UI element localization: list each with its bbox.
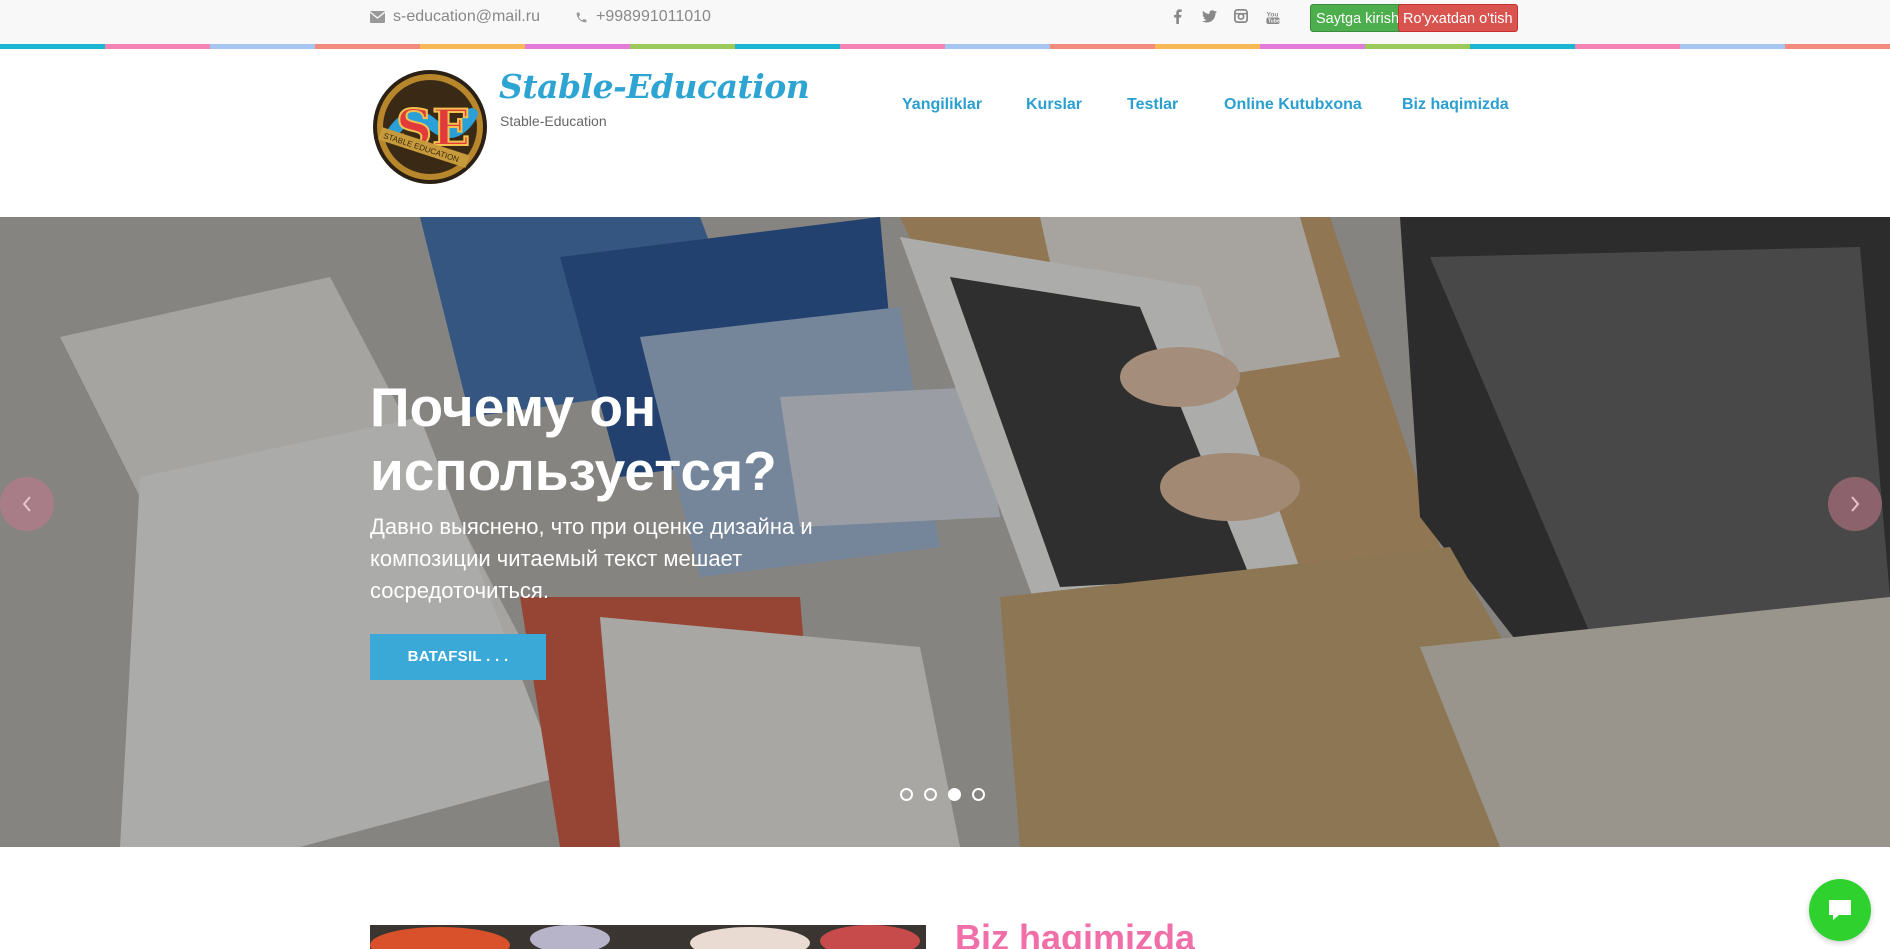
chevron-right-icon (1851, 496, 1860, 512)
about-section-title: Biz haqimizda (955, 918, 1196, 949)
svg-text:Tube: Tube (1268, 18, 1280, 23)
logo-image[interactable]: SE STABLE EDUCATION (370, 69, 490, 185)
youtube-icon[interactable]: You Tube (1264, 7, 1282, 25)
hero-overlay (0, 217, 1890, 847)
slider-dot[interactable] (948, 788, 961, 801)
chat-icon (1829, 900, 1851, 920)
instagram-icon[interactable] (1232, 7, 1250, 25)
about-image (370, 925, 926, 949)
slider-dot[interactable] (972, 788, 985, 801)
social-links: You Tube (1168, 7, 1282, 25)
nav-item-testlar[interactable]: Testlar (1127, 96, 1178, 114)
nav-item-online-kutubxona[interactable]: Online Kutubxona (1224, 96, 1362, 114)
phone-icon (576, 12, 587, 22)
slider-dots (900, 788, 985, 801)
brand-subtitle: Stable-Education (500, 113, 607, 129)
slider-dot[interactable] (924, 788, 937, 801)
hero-title: Почему он используется? (370, 376, 777, 502)
more-button[interactable]: BATAFSIL . . . (370, 634, 546, 680)
phone-contact[interactable]: +998991011010 (575, 6, 711, 28)
slider-dot[interactable] (900, 788, 913, 801)
nav-item-yangiliklar[interactable]: Yangiliklar (902, 96, 982, 114)
top-bar: s-education@mail.ru +998991011010 You Tub… (0, 0, 1890, 46)
site-header: SE STABLE EDUCATION Stable-Education Sta… (0, 49, 1890, 217)
hero-slider: Почему он используется? Давно выяснено, … (0, 217, 1890, 847)
register-button[interactable]: Ro'yxatdan o'tish (1398, 4, 1518, 32)
twitter-icon[interactable] (1200, 7, 1218, 25)
brand-title[interactable]: Stable-Education (499, 67, 810, 106)
login-button[interactable]: Saytga kirish (1310, 4, 1406, 32)
slider-prev-button[interactable] (0, 477, 54, 531)
nav-item-kurslar[interactable]: Kurslar (1026, 96, 1082, 114)
email-contact[interactable]: s-education@mail.ru (370, 6, 540, 28)
chat-button[interactable] (1809, 879, 1871, 941)
chevron-left-icon (22, 496, 31, 512)
hero-text: Давно выяснено, что при оценке дизайна и… (370, 514, 813, 603)
facebook-icon[interactable] (1168, 7, 1186, 25)
nav-item-biz-haqimizda[interactable]: Biz haqimizda (1402, 96, 1509, 114)
phone-text: +998991011010 (596, 8, 711, 25)
envelope-icon (370, 11, 385, 23)
slider-next-button[interactable] (1828, 477, 1882, 531)
email-text: s-education@mail.ru (393, 8, 540, 25)
